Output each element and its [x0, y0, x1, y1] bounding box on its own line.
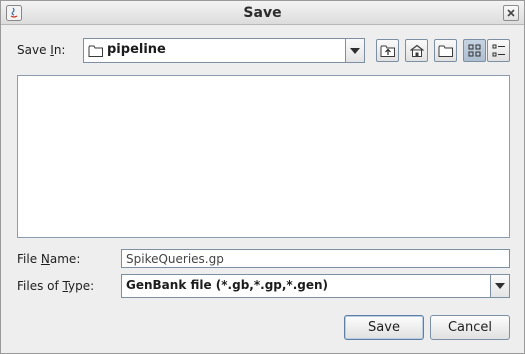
window-title: Save — [243, 5, 282, 21]
list-view-button[interactable] — [463, 39, 486, 62]
up-one-level-icon — [380, 45, 395, 57]
file-list[interactable] — [17, 75, 510, 238]
files-of-type-label: Files of Type: — [17, 279, 95, 293]
save-in-label: Save In: — [17, 43, 66, 57]
list-view-icon — [468, 44, 480, 56]
save-dialog: Save Save In: pipeline File Name: SpikeQ… — [0, 0, 525, 354]
files-of-type-combo[interactable]: GenBank file (*.gb,*.gp,*.gen) — [121, 274, 510, 298]
close-icon[interactable] — [503, 5, 519, 21]
chevron-down-icon[interactable] — [345, 39, 364, 62]
save-button[interactable]: Save — [344, 315, 424, 340]
save-in-combo[interactable]: pipeline — [83, 38, 365, 63]
current-folder-name: pipeline — [107, 42, 166, 57]
cancel-button[interactable]: Cancel — [430, 315, 510, 340]
details-view-icon — [492, 44, 505, 56]
details-view-button[interactable] — [487, 39, 510, 62]
new-folder-button[interactable] — [434, 39, 457, 62]
chevron-down-icon[interactable] — [490, 275, 509, 297]
title-bar[interactable]: Save — [1, 1, 524, 25]
home-icon — [409, 44, 424, 57]
folder-icon — [88, 44, 104, 61]
up-one-level-button[interactable] — [376, 39, 399, 62]
new-folder-icon — [438, 45, 453, 57]
file-name-input[interactable]: SpikeQueries.gp — [121, 249, 510, 268]
home-button[interactable] — [405, 39, 428, 62]
file-name-label: File Name: — [17, 252, 81, 266]
selected-file-type: GenBank file (*.gb,*.gp,*.gen) — [126, 278, 329, 292]
